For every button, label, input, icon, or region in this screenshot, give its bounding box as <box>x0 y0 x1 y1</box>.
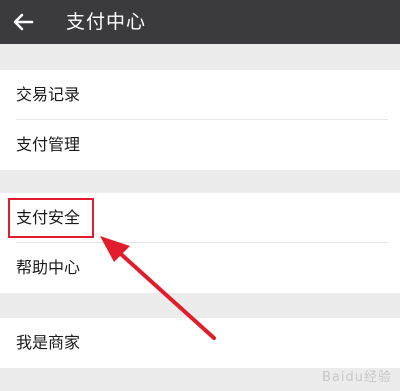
highlight-box <box>8 198 94 238</box>
watermark: Baidu经验 <box>322 370 392 385</box>
menu-item-label: 交易记录 <box>16 85 81 104</box>
page-title: 支付中心 <box>66 11 147 33</box>
menu-item-help-center[interactable]: 帮助中心 <box>0 243 400 293</box>
menu-item-payment-management[interactable]: 支付管理 <box>0 120 400 170</box>
menu-group-merchant: 我是商家 <box>0 318 400 368</box>
menu-item-label: 我是商家 <box>16 333 81 352</box>
menu-item-label: 帮助中心 <box>16 258 81 277</box>
menu-item-i-am-merchant[interactable]: 我是商家 <box>0 318 400 368</box>
menu-item-transaction-records[interactable]: 交易记录 <box>0 70 400 120</box>
menu-group-records: 交易记录 支付管理 <box>0 70 400 170</box>
top-app-bar: 支付中心 <box>0 0 400 44</box>
menu-item-label: 支付管理 <box>16 135 81 154</box>
arrow-left-icon[interactable] <box>10 9 36 35</box>
